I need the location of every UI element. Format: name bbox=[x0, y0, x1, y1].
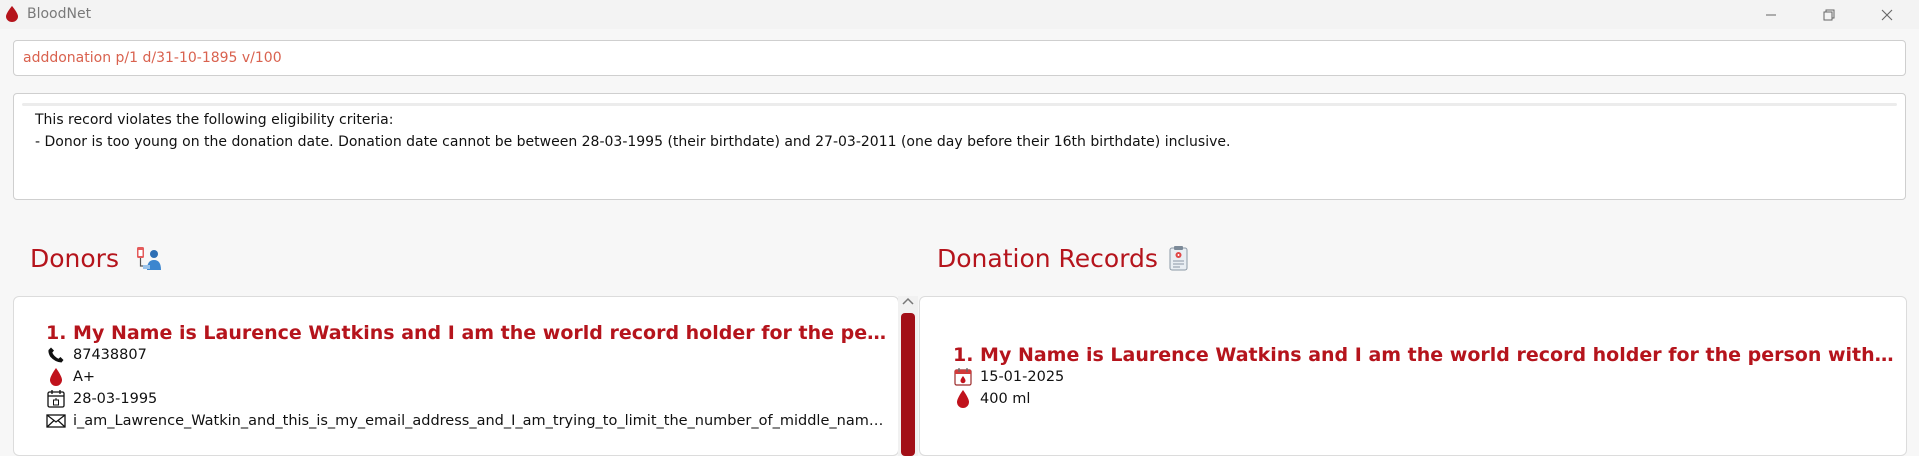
minimize-icon bbox=[1766, 14, 1776, 15]
donor-phone-field: 87438807 bbox=[45, 344, 147, 366]
donor-birthdate-field: 28-03-1995 bbox=[45, 388, 157, 410]
record-date-field: 15-01-2025 bbox=[952, 366, 1064, 388]
records-heading: Donation Records bbox=[937, 244, 1158, 273]
record-donor-name: 1. My Name is Laurence Watkins and I am … bbox=[953, 344, 1898, 366]
donation-record-list[interactable]: 1. My Name is Laurence Watkins and I am … bbox=[919, 296, 1907, 456]
close-icon bbox=[1881, 9, 1893, 20]
command-box[interactable] bbox=[13, 40, 1906, 76]
scroll-thumb[interactable] bbox=[901, 313, 915, 456]
donor-email-field: i_am_Lawrence_Watkin_and_this_is_my_emai… bbox=[45, 410, 890, 432]
envelope-icon bbox=[46, 414, 66, 428]
donor-birthdate: 28-03-1995 bbox=[73, 391, 158, 407]
phone-icon bbox=[48, 347, 64, 363]
chevron-up-icon bbox=[902, 297, 914, 305]
birthday-calendar-icon bbox=[47, 390, 65, 408]
record-volume: 400 ml bbox=[980, 391, 1031, 407]
record-volume-field: 400 ml bbox=[952, 388, 1030, 410]
result-display[interactable]: This record violates the following eligi… bbox=[13, 93, 1906, 200]
donor-email: i_am_Lawrence_Watkin_and_this_is_my_emai… bbox=[73, 413, 890, 429]
app-title: BloodNet bbox=[27, 6, 92, 22]
result-divider bbox=[22, 103, 1897, 106]
donor-blood-type: A+ bbox=[73, 369, 96, 385]
donors-heading: Donors bbox=[30, 244, 119, 273]
command-input[interactable] bbox=[23, 41, 1896, 75]
close-button[interactable] bbox=[1864, 0, 1910, 29]
blood-drop-icon bbox=[957, 390, 969, 408]
donor-transfusion-icon bbox=[137, 247, 161, 270]
clipboard-record-icon bbox=[1169, 246, 1188, 271]
restore-icon bbox=[1823, 9, 1835, 20]
scroll-up-button[interactable] bbox=[902, 297, 914, 307]
donor-phone: 87438807 bbox=[73, 347, 147, 363]
result-message: This record violates the following eligi… bbox=[35, 112, 1231, 150]
donor-list-scrollbar[interactable] bbox=[898, 296, 918, 456]
blood-drop-logo-icon bbox=[6, 6, 18, 22]
donor-list[interactable]: 1. My Name is Laurence Watkins and I am … bbox=[13, 296, 899, 456]
minimize-button[interactable] bbox=[1748, 0, 1794, 29]
blood-drop-icon bbox=[50, 368, 62, 386]
donation-calendar-icon bbox=[954, 368, 972, 386]
restore-button[interactable] bbox=[1806, 0, 1852, 29]
record-date: 15-01-2025 bbox=[980, 369, 1065, 385]
donor-name: 1. My Name is Laurence Watkins and I am … bbox=[46, 322, 891, 344]
title-bar: BloodNet bbox=[0, 0, 1919, 29]
donor-blood-type-field: A+ bbox=[45, 366, 95, 388]
